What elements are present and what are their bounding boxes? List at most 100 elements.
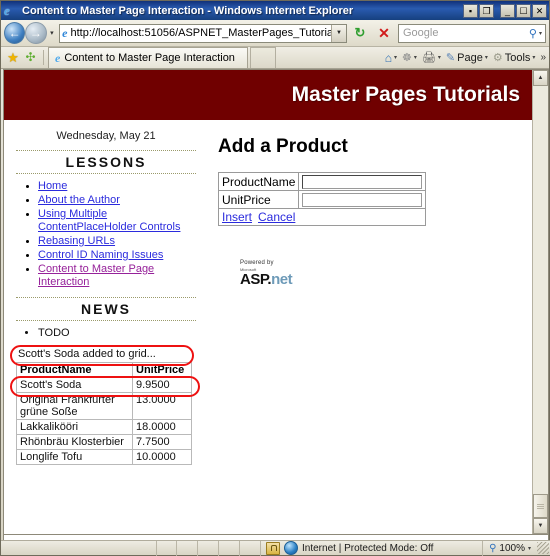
search-input[interactable]: Google xyxy=(399,27,527,39)
lessons-heading: LESSONS xyxy=(16,150,196,174)
page-icon: ✎ xyxy=(445,52,456,64)
sidebar: Wednesday, May 21 LESSONS Home About the… xyxy=(4,120,204,465)
cell-productname: Longlife Tofu xyxy=(16,449,133,465)
refresh-icon[interactable]: ↻ xyxy=(349,23,371,44)
web-page: Master Pages Tutorials Wednesday, May 21… xyxy=(4,70,532,534)
tab-page-icon: e xyxy=(55,51,61,65)
lesson-link-rebasing-urls[interactable]: Rebasing URLs xyxy=(38,235,115,247)
tools-menu-label: Tools xyxy=(504,51,531,64)
status-cell-3 xyxy=(177,540,198,556)
input-cell-unitprice xyxy=(298,190,427,209)
lesson-link-using-multiple-contentplaceholder-controls[interactable]: Using Multiple ContentPlaceHolder Contro… xyxy=(38,208,180,233)
lesson-link-home[interactable]: Home xyxy=(38,180,67,192)
maximize-button[interactable]: ☐ xyxy=(516,3,531,18)
insert-product-form: ProductName UnitPrice Insert Cancel xyxy=(217,172,427,226)
search-dropdown-icon[interactable]: ▾ xyxy=(539,30,545,37)
insert-link[interactable]: Insert xyxy=(222,210,252,224)
home-button[interactable]: ⌂ ▾ xyxy=(383,51,399,65)
minimize-button[interactable]: _ xyxy=(500,3,515,18)
address-bar[interactable]: e http://localhost:51056/ASPNET_MasterPa… xyxy=(59,23,347,43)
new-tab-button[interactable] xyxy=(250,47,276,68)
stop-icon[interactable]: ✕ xyxy=(373,23,395,44)
unitprice-input[interactable] xyxy=(302,193,423,207)
list-item: Content to Master Page Interaction xyxy=(38,263,196,289)
status-cell-5 xyxy=(219,540,240,556)
list-item: Home xyxy=(38,180,196,193)
page-viewport: Master Pages Tutorials Wednesday, May 21… xyxy=(3,69,549,535)
gear-icon: ⚙ xyxy=(492,52,503,64)
toolbar-divider xyxy=(43,50,44,65)
lesson-link-about-the-author[interactable]: About the Author xyxy=(38,194,120,206)
lesson-link-content-to-master-page-interaction[interactable]: Content to Master Page Interaction xyxy=(38,263,154,288)
page-icon: e xyxy=(62,25,68,40)
page-caret-icon[interactable]: ▾ xyxy=(485,54,488,61)
security-zone-area[interactable]: Internet | Protected Mode: Off xyxy=(261,541,482,555)
list-item: Control ID Naming Issues xyxy=(38,249,196,262)
status-cell-2 xyxy=(157,540,177,556)
address-input[interactable]: http://localhost:51056/ASPNET_MasterPage… xyxy=(71,27,332,39)
toolbar-overflow-icon[interactable]: » xyxy=(538,52,546,63)
title-bar: e Content to Master Page Interaction - W… xyxy=(1,1,549,20)
status-cell-message xyxy=(1,540,157,556)
address-dropdown-icon[interactable]: ▼ xyxy=(331,24,346,42)
favorites-star-icon[interactable]: ★ xyxy=(4,47,22,68)
print-caret-icon[interactable]: ▾ xyxy=(438,54,441,61)
zoom-caret-icon[interactable]: ▾ xyxy=(528,545,531,552)
maximize-group-button[interactable]: ❐ xyxy=(479,3,494,18)
main-content: Add a Product ProductName UnitPrice Inse… xyxy=(204,120,532,288)
tools-menu-button[interactable]: ⚙ Tools ▾ xyxy=(491,51,538,65)
cancel-link[interactable]: Cancel xyxy=(258,210,295,224)
vertical-scrollbar[interactable]: ▲ ▼ xyxy=(532,70,548,534)
search-icon[interactable]: ⚲ xyxy=(527,27,539,40)
scrollbar-track[interactable] xyxy=(533,86,548,518)
column-header-unitprice: UnitPrice xyxy=(132,362,192,378)
search-box[interactable]: Google ⚲ ▾ xyxy=(398,23,546,43)
add-favorite-icon[interactable]: ✣ xyxy=(22,47,39,68)
cell-productname: Lakkalikööri xyxy=(16,419,133,435)
cell-unitprice: 10.0000 xyxy=(132,449,192,465)
productname-input[interactable] xyxy=(302,175,423,189)
net-text: net xyxy=(271,271,293,288)
page-menu-button[interactable]: ✎ Page ▾ xyxy=(444,51,490,65)
status-bar: Internet | Protected Mode: Off ⚲ 100% ▾ xyxy=(1,540,550,556)
window-title: Content to Master Page Interaction - Win… xyxy=(22,4,354,17)
cell-productname: Rhönbräu Klosterbier xyxy=(16,434,133,450)
print-button[interactable]: 🖨 ▾ xyxy=(420,51,443,64)
resize-grip-icon[interactable] xyxy=(537,542,549,554)
home-icon: ⌂ xyxy=(384,50,393,65)
scroll-up-icon[interactable]: ▲ xyxy=(533,70,548,86)
scrollbar-thumb[interactable] xyxy=(533,494,548,518)
lessons-list: Home About the Author Using Multiple Con… xyxy=(16,180,196,289)
input-cell-productname xyxy=(298,172,427,191)
table-row: Scott's Soda 9.9500 xyxy=(16,377,192,393)
window-controls: ▪ ❐ _ ☐ ✕ xyxy=(463,3,547,18)
home-caret-icon[interactable]: ▾ xyxy=(394,54,397,61)
list-item: TODO xyxy=(38,327,196,339)
tab-content-to-master-page-interaction[interactable]: e Content to Master Page Interaction xyxy=(48,47,248,68)
aspnet-logo: Powered by Microsoft ASP.net xyxy=(240,260,318,288)
scroll-down-icon[interactable]: ▼ xyxy=(533,518,548,534)
tab-label: Content to Master Page Interaction xyxy=(64,52,235,64)
history-dropdown-icon[interactable]: ▾ xyxy=(47,29,58,37)
list-item: Rebasing URLs xyxy=(38,235,196,248)
table-header-row: ProductName UnitPrice xyxy=(16,362,192,378)
close-button[interactable]: ✕ xyxy=(532,3,547,18)
forward-button[interactable]: → xyxy=(25,22,47,44)
back-button[interactable]: ← xyxy=(4,22,26,44)
lock-icon xyxy=(266,541,280,555)
lesson-link-control-id-naming-issues[interactable]: Control ID Naming Issues xyxy=(38,249,163,261)
site-banner: Master Pages Tutorials xyxy=(4,70,532,120)
command-bar: ⌂ ▾ ☸ ▾ 🖨 ▾ ✎ Page ▾ ⚙ Tools ▾ » xyxy=(383,47,549,68)
page-title: Add a Product xyxy=(218,136,348,157)
restore-group-button[interactable]: ▪ xyxy=(463,3,478,18)
products-grid: ProductName UnitPrice Scott's Soda 9.950… xyxy=(16,362,192,465)
form-commands-cell: Insert Cancel xyxy=(217,208,427,226)
table-row: Rhönbräu Klosterbier 7.7500 xyxy=(16,434,192,450)
zoom-control[interactable]: ⚲ 100% ▾ xyxy=(482,540,537,556)
navigation-toolbar: ← → ▾ e http://localhost:51056/ASPNET_Ma… xyxy=(1,20,549,47)
label-productname: ProductName xyxy=(217,172,300,191)
tools-caret-icon[interactable]: ▾ xyxy=(532,54,535,61)
feeds-button[interactable]: ☸ ▾ xyxy=(400,51,419,64)
feeds-caret-icon[interactable]: ▾ xyxy=(414,54,417,61)
tab-bar: ★ ✣ e Content to Master Page Interaction… xyxy=(1,47,549,69)
